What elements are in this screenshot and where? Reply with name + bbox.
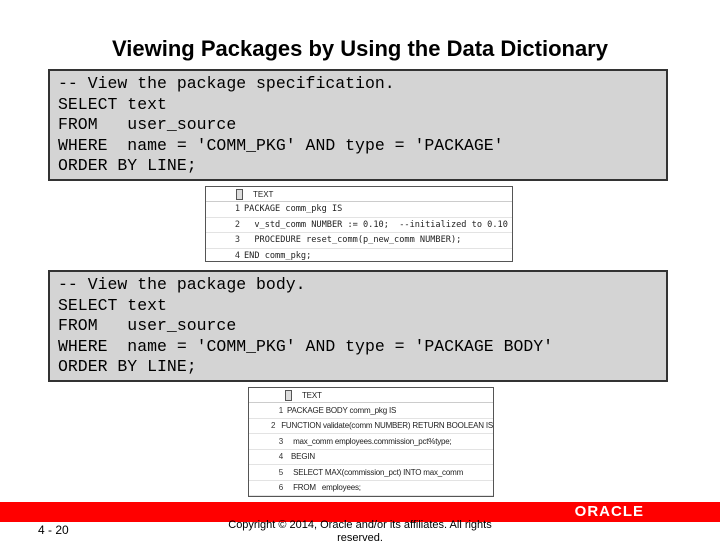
row-number: 4 (234, 250, 240, 261)
row-number: 3 (278, 436, 283, 446)
row-text: END comm_pkg; (244, 250, 312, 261)
row-number: 3 (234, 235, 240, 246)
grid-row: 4 BEGIN (249, 450, 493, 465)
slide-title: Viewing Packages by Using the Data Dicti… (112, 36, 608, 61)
column-header: TEXT (302, 390, 322, 400)
row-number: 1 (278, 405, 283, 415)
grid-row: 5 SELECT MAX(commission_pct) INTO max_co… (249, 465, 493, 481)
grid-row: 1 PACKAGE BODY comm_pkg IS (249, 403, 493, 419)
grid-column-icon (236, 188, 243, 200)
row-text: FROM employees; (287, 483, 361, 493)
row-number: 5 (278, 467, 283, 477)
row-number: 4 (278, 452, 283, 462)
row-text: FUNCTION validate(comm NUMBER) RETURN BO… (279, 421, 493, 431)
grid-row: 1 PACKAGE comm_pkg IS (206, 202, 512, 218)
row-number: 1 (234, 204, 240, 215)
column-header: TEXT (253, 189, 274, 199)
grid-row: 4 END comm_pkg; (206, 249, 512, 262)
code-block-body: -- View the package body. SELECT text FR… (48, 270, 668, 382)
grid-row: 3 max_comm employees.commission_pct%type… (249, 434, 493, 450)
grid-row: 2 FUNCTION validate(comm NUMBER) RETURN … (249, 419, 493, 434)
row-text: SELECT MAX(commission_pct) INTO max_comm (287, 467, 464, 477)
oracle-logo: ORACLE (574, 503, 644, 520)
result-grid-body: TEXT 1 PACKAGE BODY comm_pkg IS 2 FUNCTION… (248, 387, 494, 497)
row-text: BEGIN (287, 452, 315, 462)
row-number: 2 (270, 421, 276, 431)
grid-header: TEXT (206, 187, 512, 202)
copyright: Copyright © 2014, Oracle and/or its affi… (228, 519, 492, 544)
page-number: 4 - 20 (38, 523, 69, 537)
row-number: 6 (278, 483, 283, 493)
row-number: 2 (234, 219, 240, 230)
result-grid-spec: TEXT 1 PACKAGE comm_pkg IS 2 v_std_comm NU… (205, 186, 513, 262)
row-text: max_comm employees.commission_pct%type; (287, 436, 452, 446)
code-block-spec: -- View the package specification. SELEC… (48, 69, 668, 181)
row-text: v_std_comm NUMBER := 0.10; --initialized… (244, 219, 508, 230)
row-text: PACKAGE comm_pkg IS (244, 204, 343, 215)
row-text: PROCEDURE reset_comm(p_new_comm NUMBER); (244, 235, 462, 246)
grid-row: 6 FROM employees; (249, 481, 493, 496)
grid-row: 2 v_std_comm NUMBER := 0.10; --initializ… (206, 218, 512, 233)
grid-header: TEXT (249, 388, 493, 403)
grid-column-icon (285, 389, 292, 401)
grid-row: 3 PROCEDURE reset_comm(p_new_comm NUMBER… (206, 233, 512, 249)
row-text: PACKAGE BODY comm_pkg IS (287, 405, 397, 415)
grid-row: 7 RETURN (comm BETWEEN 0.0 AND max_comm)… (249, 496, 493, 497)
